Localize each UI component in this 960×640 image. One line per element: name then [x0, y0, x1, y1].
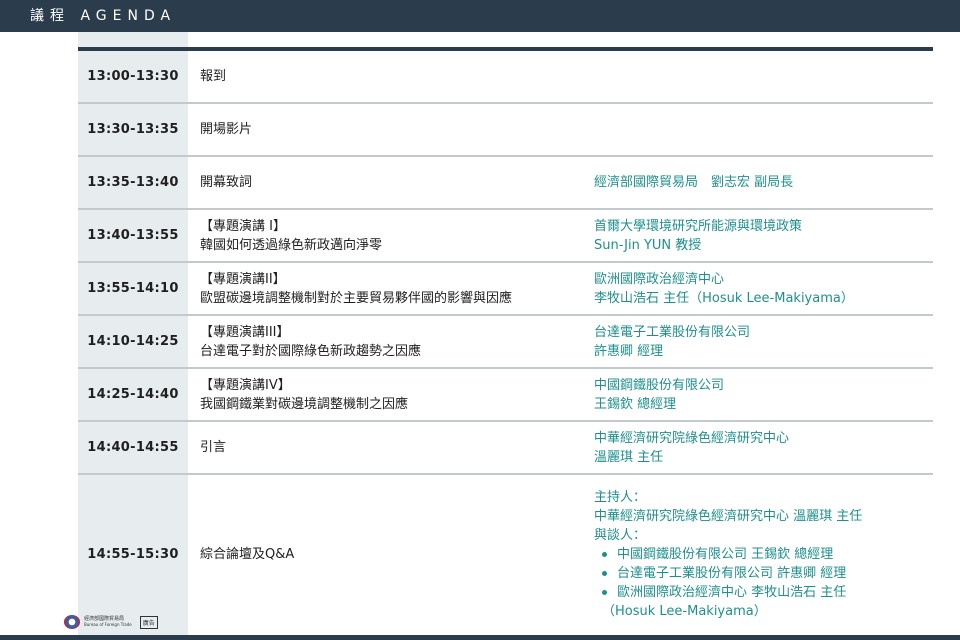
speaker-line: 李牧山浩石 主任（Hosuk Lee-Makiyama） — [594, 290, 854, 306]
ad-badge: 廣告 — [139, 615, 158, 629]
agenda-row: 14:40-14:55 引言 中華經濟研究院綠色經濟研究中心 溫麗琪 主任 — [78, 422, 933, 475]
topic-line: 【專題演講II】 — [200, 271, 286, 287]
bullet-icon — [602, 570, 607, 576]
agenda-time: 13:35-13:40 — [87, 175, 179, 190]
agenda-topic: 引言 — [200, 422, 580, 473]
agenda-speaker: 歐洲國際政治經濟中心 李牧山浩石 主任（Hosuk Lee-Makiyama） — [594, 263, 929, 314]
panelist-item: 歐洲國際政治經濟中心 李牧山浩石 主任 — [594, 583, 929, 602]
speaker-line: 溫麗琪 主任 — [594, 449, 664, 465]
topic-line: 【專題演講 I】 — [200, 218, 286, 234]
speaker-line: Sun-Jin YUN 教授 — [594, 237, 702, 253]
host-label: 主持人： — [594, 489, 647, 505]
panel-speakers: 主持人： 中華經濟研究院綠色經濟研究中心 溫麗琪 主任 與談人： 中國鋼鐵股份有… — [594, 475, 929, 633]
agenda-topic: 【專題演講II】 歐盟碳邊境調整機制對於主要貿易夥伴國的影響與因應 — [200, 263, 580, 314]
speaker-line: 經濟部國際貿易局 劉志宏 副局長 — [594, 175, 794, 190]
agenda-table: 13:00-13:30 報到 13:30-13:35 開場影片 13:35-13… — [78, 47, 933, 633]
agenda-row-panel: 14:55-15:30 綜合論壇及Q&A 主持人： 中華經濟研究院綠色經濟研究中… — [78, 475, 933, 633]
bullet-icon — [602, 589, 607, 595]
header-bar: 議程 AGENDA — [0, 0, 960, 32]
bullet-icon — [602, 551, 607, 557]
topic-line: 【專題演講III】 — [200, 324, 290, 340]
agenda-topic: 【專題演講III】 台達電子對於國際綠色新政趨勢之因應 — [200, 316, 580, 367]
speaker-line: 許惠卿 經理 — [594, 343, 664, 359]
agenda-topic: 【專題演講 I】 韓國如何透過綠色新政邁向淨零 — [200, 210, 580, 261]
org-names: 經濟部國際貿易局 Bureau of Foreign Trade — [84, 616, 132, 628]
agenda-row: 13:55-14:10 【專題演講II】 歐盟碳邊境調整機制對於主要貿易夥伴國的… — [78, 263, 933, 316]
agenda-time: 14:55-15:30 — [87, 546, 179, 562]
agenda-topic: 綜合論壇及Q&A — [200, 475, 580, 633]
agenda-row: 13:35-13:40 開幕致詞 經濟部國際貿易局 劉志宏 副局長 — [78, 157, 933, 210]
agenda-speaker: 經濟部國際貿易局 劉志宏 副局長 — [594, 157, 929, 208]
agenda-row: 14:10-14:25 【專題演講III】 台達電子對於國際綠色新政趨勢之因應 … — [78, 316, 933, 369]
agenda-time: 14:25-14:40 — [87, 387, 179, 402]
bureau-seal-icon — [64, 615, 80, 629]
agenda-speaker: 首爾大學環境研究所能源與環境政策 Sun-Jin YUN 教授 — [594, 210, 929, 261]
agenda-row: 13:40-13:55 【專題演講 I】 韓國如何透過綠色新政邁向淨零 首爾大學… — [78, 210, 933, 263]
footer-bar — [0, 635, 960, 640]
agenda-time: 13:55-14:10 — [87, 281, 179, 296]
agenda-topic: 【專題演講IV】 我國鋼鐵業對碳邊境調整機制之因應 — [200, 369, 580, 420]
speaker-line: 歐洲國際政治經濟中心 — [594, 271, 725, 287]
topic-line: 韓國如何透過綠色新政邁向淨零 — [200, 237, 383, 253]
agenda-time: 14:10-14:25 — [87, 334, 179, 349]
org-name-en: Bureau of Foreign Trade — [84, 622, 132, 627]
speaker-line: 台達電子工業股份有限公司 — [594, 324, 751, 340]
agenda-time: 14:40-14:55 — [87, 440, 179, 455]
panelist-item: 台達電子工業股份有限公司 許惠卿 經理 — [594, 564, 929, 583]
topic-line: 開幕致詞 — [200, 175, 253, 190]
panelists-label: 與談人： — [594, 527, 647, 543]
speaker-line: 首爾大學環境研究所能源與環境政策 — [594, 218, 803, 234]
agenda-speaker: 中國鋼鐵股份有限公司 王錫欽 總經理 — [594, 369, 929, 420]
host-name: 中華經濟研究院綠色經濟研究中心 溫麗琪 主任 — [594, 508, 863, 524]
panelist-note-row: （Hosuk Lee-Makiyama） — [594, 602, 929, 621]
topic-line: 台達電子對於國際綠色新政趨勢之因應 — [200, 343, 422, 359]
agenda-time: 13:00-13:30 — [87, 69, 179, 84]
topic-line: 我國鋼鐵業對碳邊境調整機制之因應 — [200, 396, 409, 412]
left-margin — [0, 32, 78, 635]
agenda-speaker: 中華經濟研究院綠色經濟研究中心 溫麗琪 主任 — [594, 422, 929, 473]
agenda-time: 13:30-13:35 — [87, 122, 179, 137]
agenda-row: 13:30-13:35 開場影片 — [78, 104, 933, 157]
panelist-name: 歐洲國際政治經濟中心 李牧山浩石 主任 — [617, 584, 847, 600]
panelist-name: 台達電子工業股份有限公司 許惠卿 經理 — [617, 565, 847, 581]
speaker-line: 中國鋼鐵股份有限公司 — [594, 377, 725, 393]
agenda-speaker: 台達電子工業股份有限公司 許惠卿 經理 — [594, 316, 929, 367]
agenda-topic: 報到 — [200, 51, 580, 102]
topic-line: 歐盟碳邊境調整機制對於主要貿易夥伴國的影響與因應 — [200, 290, 513, 306]
page-title: 議程 AGENDA — [30, 8, 177, 24]
panelist-name: 中國鋼鐵股份有限公司 王錫欽 總經理 — [617, 546, 834, 562]
speaker-line: 中華經濟研究院綠色經濟研究中心 — [594, 430, 790, 446]
topic-line: 引言 — [200, 440, 227, 455]
topic-line: 綜合論壇及Q&A — [200, 546, 295, 562]
agenda-row: 14:25-14:40 【專題演講IV】 我國鋼鐵業對碳邊境調整機制之因應 中國… — [78, 369, 933, 422]
agenda-topic: 開幕致詞 — [200, 157, 580, 208]
speaker-line: 王錫欽 總經理 — [594, 396, 677, 412]
panelist-item: 中國鋼鐵股份有限公司 王錫欽 總經理 — [594, 545, 929, 564]
topic-line: 報到 — [200, 69, 227, 84]
topic-line: 開場影片 — [200, 122, 253, 137]
agenda-row: 13:00-13:30 報到 — [78, 51, 933, 104]
agenda-time: 13:40-13:55 — [87, 228, 179, 243]
footer-logo: 經濟部國際貿易局 Bureau of Foreign Trade 廣告 — [64, 614, 158, 630]
agenda-topic: 開場影片 — [200, 104, 580, 155]
topic-line: 【專題演講IV】 — [200, 377, 291, 393]
panelist-note: （Hosuk Lee-Makiyama） — [602, 603, 767, 619]
